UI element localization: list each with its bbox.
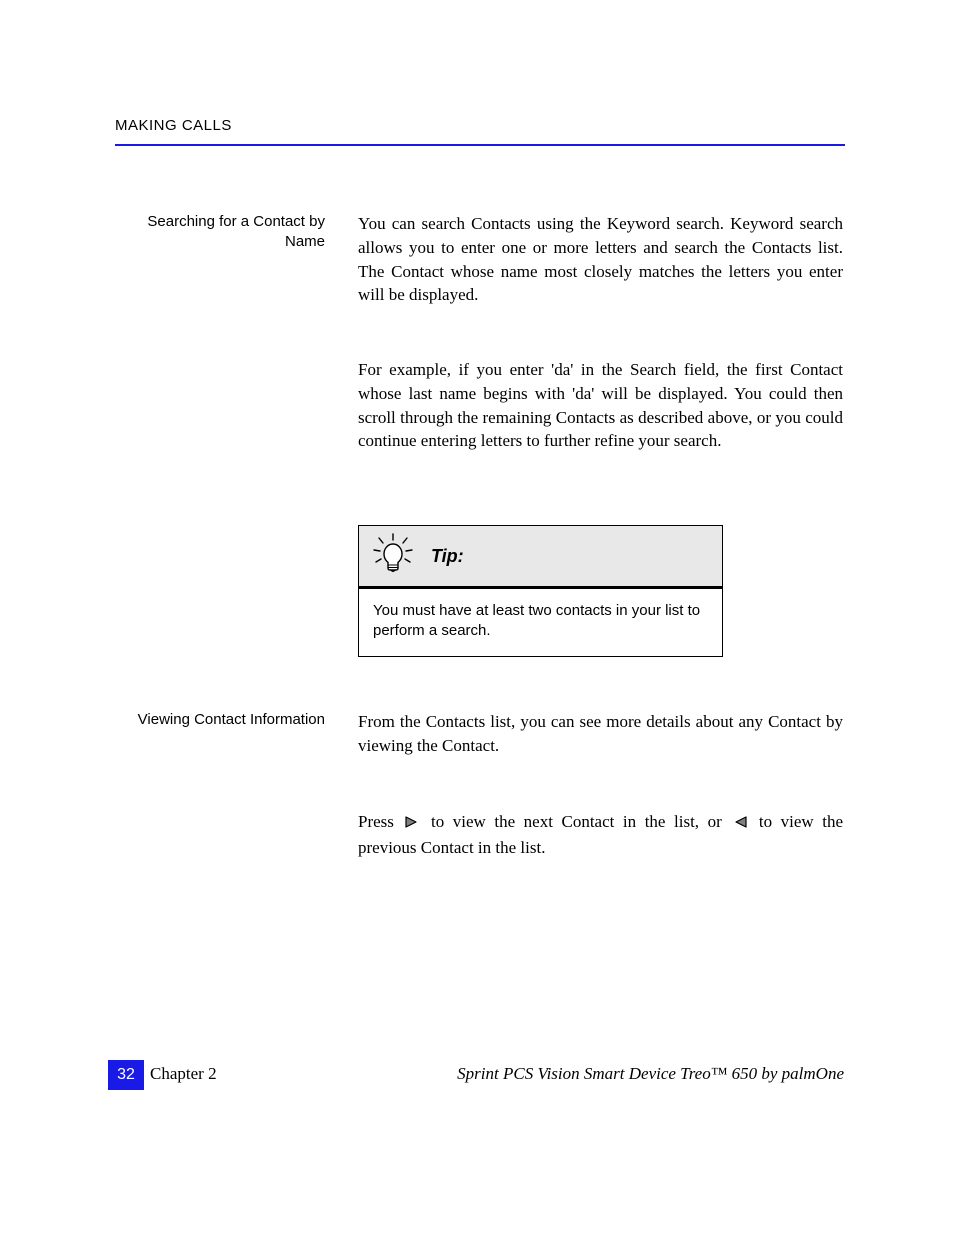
- lightbulb-icon: [369, 532, 417, 580]
- body-paragraph-3: From the Contacts list, you can see more…: [358, 710, 843, 758]
- left-arrow-icon: [732, 812, 748, 836]
- tip-callout: Tip: You must have at least two contacts…: [358, 525, 723, 657]
- margin-heading-1: Searching for a Contact by Name: [115, 212, 325, 253]
- body-paragraph-1: You can search Contacts using the Keywor…: [358, 212, 843, 307]
- document-page: MAKING CALLS Searching for a Contact by …: [0, 0, 954, 1235]
- footer-chapter: Chapter 2: [150, 1064, 217, 1084]
- p4-text-prefix: Press: [358, 812, 402, 831]
- margin-heading-2: Viewing Contact Information: [115, 710, 325, 730]
- tip-title: Tip:: [431, 546, 464, 567]
- body-paragraph-4: Press to view the next Contact in the li…: [358, 810, 843, 860]
- header-rule: [115, 144, 845, 146]
- footer-product: Sprint PCS Vision Smart Device Treo™ 650…: [457, 1064, 844, 1084]
- page-number: 32: [108, 1060, 144, 1090]
- p4-text-mid: to view the next Contact in the list, or: [422, 812, 730, 831]
- tip-body: You must have at least two contacts in y…: [359, 589, 722, 656]
- body-paragraph-2: For example, if you enter 'da' in the Se…: [358, 358, 843, 453]
- right-arrow-icon: [404, 812, 420, 836]
- running-header: MAKING CALLS: [115, 117, 232, 134]
- tip-header: Tip:: [359, 526, 722, 589]
